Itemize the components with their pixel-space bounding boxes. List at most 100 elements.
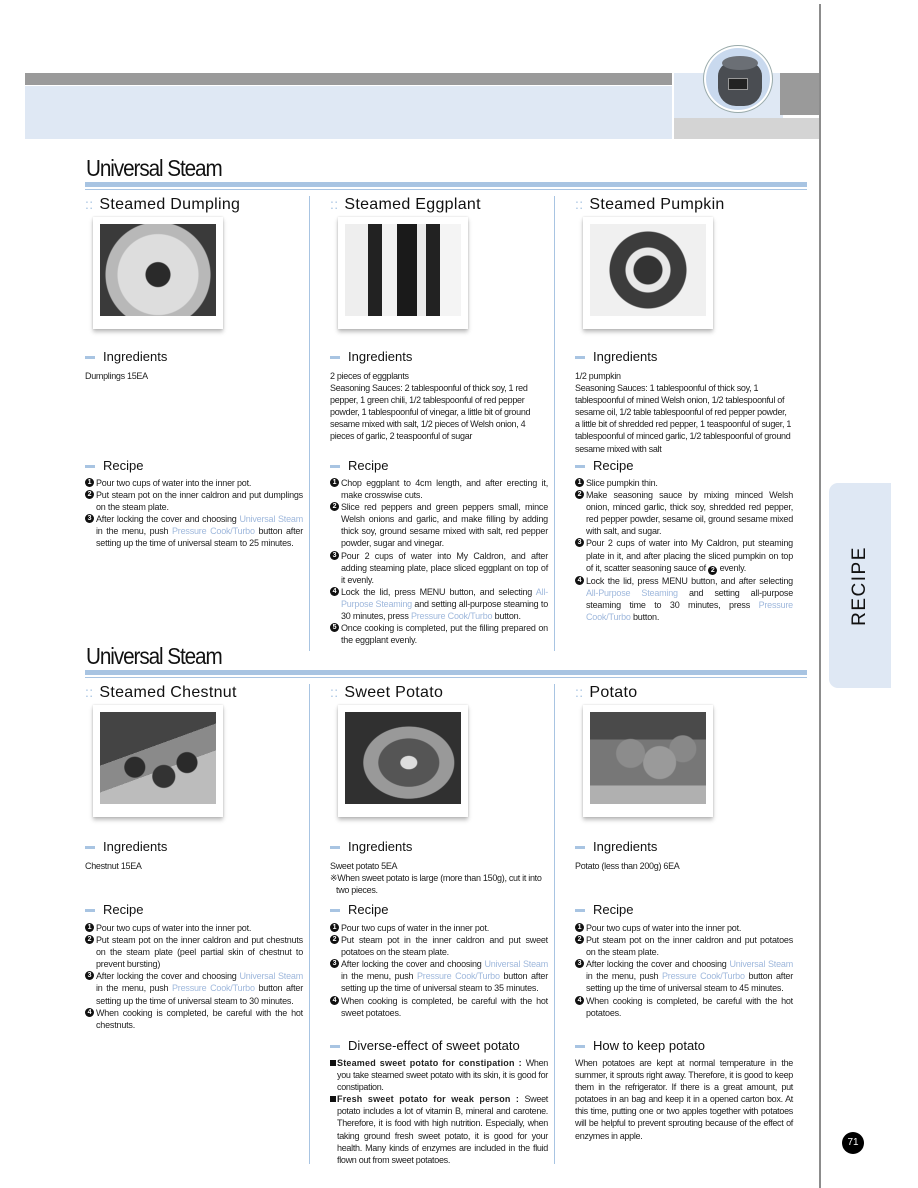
dash-icon	[330, 1045, 340, 1049]
step-text: Pour 2 cups of water into My Caldron, pu…	[586, 538, 793, 573]
step-text: evenly.	[717, 562, 747, 573]
tip-label: Diverse-effect of sweet potato	[348, 1038, 520, 1053]
step-number-icon: 4	[575, 575, 584, 585]
step-text: Once cooking is completed, put the filli…	[341, 623, 548, 646]
step-text: Lock the lid, press MENU button, and aft…	[586, 575, 793, 586]
dash-icon	[575, 909, 585, 913]
step-text: Pour two cups of water in the inner pot.	[341, 923, 490, 933]
recipe-step: 2 Put steam pot on the inner caldron and …	[575, 934, 793, 958]
recipe-step: 3 After locking the cover and choosing Un…	[85, 513, 303, 549]
ingredients-label: Ingredients	[593, 349, 658, 364]
dish-title: :: Sweet Potato	[330, 684, 443, 702]
step-text: in the menu, push	[96, 983, 172, 994]
square-bullet-icon	[330, 1096, 336, 1103]
ingredients-text: Dumplings 15EA	[85, 370, 303, 382]
recipe-step: 3 Pour 2 cups of water into My Caldron, p…	[575, 537, 793, 575]
tip-bullet-text: Sweet potato includes a lot of vitamin B…	[337, 1094, 548, 1165]
recipe-step: 2 Make seasoning sauce by mixing minced W…	[575, 489, 793, 537]
recipe-step: 2 Put steam pot on the inner caldron and …	[85, 489, 303, 513]
page-number: 71	[842, 1132, 864, 1154]
column-divider	[554, 196, 555, 651]
recipe-step: 4 When cooking is completed, be careful w…	[330, 995, 548, 1019]
ingredients-text: 1/2 pumpkin Seasoning Sauces: 1 tablespoo…	[575, 370, 793, 455]
ingredient-line: Potato (less than 200g) 6EA	[575, 861, 680, 871]
step-number-icon: 4	[85, 1007, 94, 1017]
tip-bullet: Steamed sweet potato for constipation : …	[330, 1057, 548, 1093]
recipe-steps: 1 Chop eggplant to 4cm length, and after …	[330, 477, 548, 646]
step-number-icon: 4	[330, 586, 339, 596]
side-tab-label: RECIPE	[849, 545, 870, 626]
section-rule-thin	[85, 189, 807, 190]
step-text: After locking the cover and choosing	[96, 514, 240, 525]
recipe-heading: Recipe	[330, 458, 388, 473]
header-blue-band	[25, 86, 672, 139]
recipe-label: Recipe	[348, 902, 389, 917]
recipe-heading: Recipe	[575, 902, 633, 917]
menu-option-highlight: Pressure Cook/Turbo	[417, 971, 500, 982]
recipe-heading: Recipe	[85, 458, 143, 473]
dish-title-text: Sweet Potato	[344, 684, 444, 701]
dash-icon	[85, 465, 95, 469]
step-text: After locking the cover and choosing	[96, 971, 240, 982]
step-number-icon: 1	[330, 923, 339, 932]
ingredient-line: ※When sweet potato is large (more than 1…	[330, 873, 542, 896]
steamed-pumpkin-photo	[590, 224, 706, 316]
recipe-steps: 1 Pour two cups of water into the inner p…	[575, 922, 793, 1019]
step-number-icon: 4	[330, 995, 339, 1005]
recipe-step: 1 Pour two cups of water in the inner pot…	[330, 922, 548, 934]
step-text: Make seasoning sauce by mixing minced We…	[586, 490, 793, 537]
dots-icon: ::	[330, 196, 339, 212]
step-text: Pour two cups of water into the inner po…	[96, 478, 252, 488]
dash-icon	[85, 909, 95, 913]
ingredients-heading: Ingredients	[575, 349, 657, 364]
ingredients-heading: Ingredients	[330, 349, 412, 364]
step-text: After locking the cover and choosing	[586, 959, 730, 970]
step-text: When cooking is completed, be careful wi…	[341, 995, 548, 1018]
dots-icon: ::	[575, 684, 584, 700]
ingredients-label: Ingredients	[103, 839, 168, 854]
dish-title: :: Potato	[575, 684, 637, 702]
step-number-icon: 2	[575, 935, 584, 945]
recipe-step: 1 Slice pumpkin thin.	[575, 477, 793, 489]
recipe-side-tab[interactable]: RECIPE	[829, 483, 891, 688]
tip-text: Steamed sweet potato for constipation : …	[330, 1057, 548, 1166]
dash-icon	[330, 846, 340, 850]
menu-option-highlight: Pressure Cook/Turbo	[172, 526, 255, 537]
ingredients-heading: Ingredients	[85, 349, 167, 364]
dash-icon	[575, 356, 585, 360]
menu-option-highlight: Universal Steam	[484, 959, 549, 970]
photo-frame	[93, 705, 223, 817]
header-dark-block	[780, 73, 819, 115]
ingredient-line: Sweet potato 5EA	[330, 861, 398, 871]
section-rule	[85, 182, 807, 187]
dash-icon	[330, 465, 340, 469]
sweet-potato-photo	[345, 712, 461, 804]
ingredients-heading: Ingredients	[330, 839, 412, 854]
potato-photo	[590, 712, 706, 804]
dish-title: :: Steamed Pumpkin	[575, 196, 725, 214]
step-text: Chop eggplant to 4cm length, and after e…	[341, 478, 548, 501]
recipe-steps: 1 Pour two cups of water in the inner pot…	[330, 922, 548, 1019]
step-text: Pour 2 cups of water into My Caldron, an…	[341, 550, 548, 585]
recipe-step: 4 When cooking is completed, be careful w…	[575, 995, 793, 1019]
dish-title: :: Steamed Eggplant	[330, 196, 481, 214]
section-rule	[85, 670, 807, 675]
menu-option-highlight: Pressure Cook/Turbo	[410, 611, 493, 622]
dots-icon: ::	[85, 196, 94, 212]
photo-frame	[583, 217, 713, 329]
step-text: Put steam pot in the inner caldron and p…	[341, 935, 548, 958]
step-number-icon: 1	[330, 478, 339, 487]
dish-title-text: Steamed Dumpling	[99, 196, 241, 213]
step-number-icon: 5	[330, 623, 339, 633]
dash-icon	[575, 846, 585, 850]
step-number-icon: 2	[85, 490, 94, 500]
header-gray-band	[25, 73, 672, 85]
dish-title: :: Steamed Dumpling	[85, 196, 240, 214]
tip-heading: How to keep potato	[575, 1038, 705, 1053]
column-divider	[309, 196, 310, 651]
recipe-step: 1 Pour two cups of water into the inner p…	[85, 922, 303, 934]
dish-title-text: Steamed Chestnut	[99, 684, 237, 701]
ingredient-line: 1/2 pumpkin	[575, 371, 621, 381]
recipe-step: 3 After locking the cover and choosing Un…	[575, 958, 793, 994]
dash-icon	[330, 909, 340, 913]
